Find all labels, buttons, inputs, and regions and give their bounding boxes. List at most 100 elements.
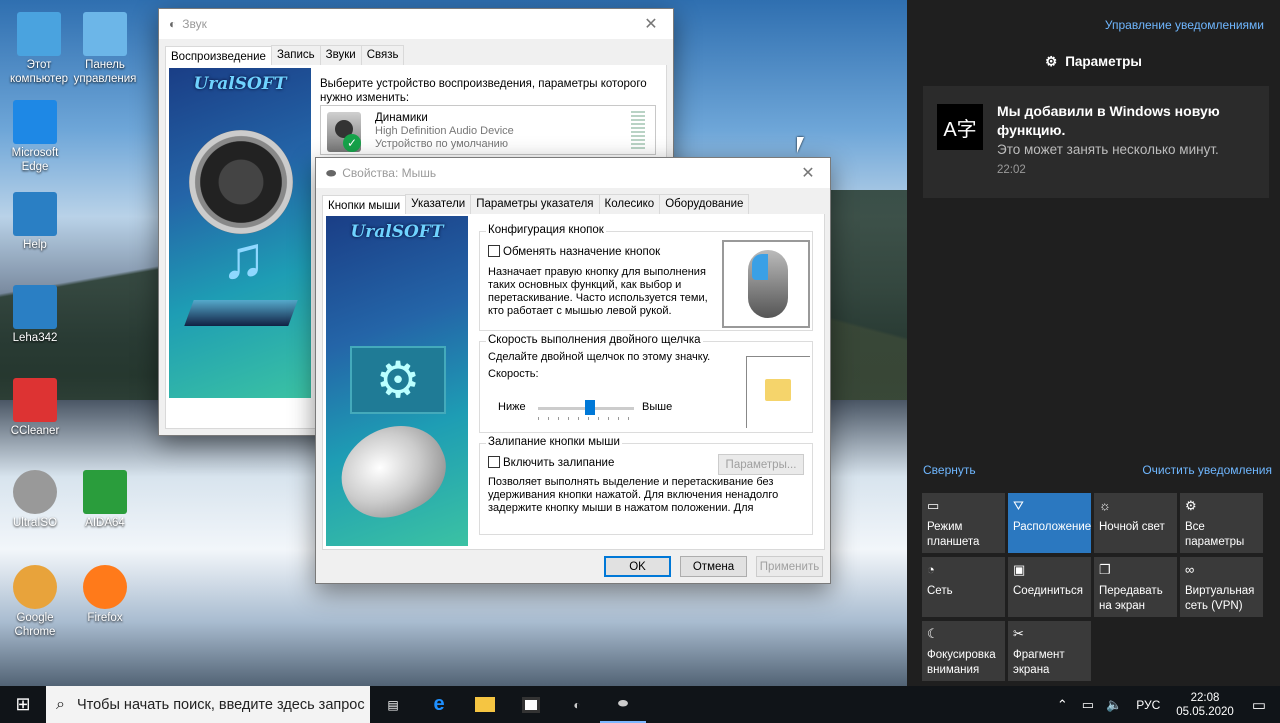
start-button[interactable]: ⊞: [0, 686, 46, 723]
desktop-shortcut[interactable]: AIDA64: [70, 470, 140, 530]
chrome-icon[interactable]: [13, 565, 57, 609]
tile-label: Режим планшета: [927, 521, 980, 548]
ccleaner-icon[interactable]: [13, 378, 57, 422]
tile-location[interactable]: ⛛ Расположение: [1008, 493, 1091, 553]
apply-button[interactable]: Применить: [756, 556, 823, 577]
notification-body: Это может занять несколько минут.: [997, 142, 1219, 157]
swap-buttons-checkbox[interactable]: Обменять назначение кнопок: [488, 245, 660, 258]
search-box[interactable]: ⌕ Чтобы начать поиск, введите здесь запр…: [46, 686, 370, 723]
shortcut-label: Microsoft Edge: [11, 147, 59, 173]
tile-tablet-mode-icon: ▭: [927, 498, 940, 513]
volume-icon[interactable]: 🔈: [1106, 697, 1122, 713]
clear-notifications-link[interactable]: Очистить уведомления: [1142, 463, 1272, 477]
checkbox-box[interactable]: [488, 456, 500, 468]
notifications-icon[interactable]: ▭: [1252, 696, 1266, 714]
desktop-shortcut[interactable]: Google Chrome: [0, 565, 70, 639]
tray-chevron-icon[interactable]: ⌃: [1057, 697, 1068, 713]
tile-network[interactable]: ◔ Сеть: [922, 557, 1005, 617]
task-view-icon[interactable]: ▤: [370, 686, 416, 723]
tile-tablet-mode[interactable]: ▭ Режим планшета: [922, 493, 1005, 553]
ultraiso-icon[interactable]: [13, 470, 57, 514]
desktop-shortcut[interactable]: Microsoft Edge: [0, 100, 70, 174]
device-list[interactable]: ✓ Динамики High Definition Audio Device …: [320, 105, 656, 155]
desktop-shortcut[interactable]: Этот компьютер: [4, 12, 74, 86]
slider-thumb[interactable]: [585, 400, 596, 415]
manage-notifications-link[interactable]: Управление уведомлениями: [1105, 18, 1264, 32]
tile-project-icon: ❐: [1099, 562, 1111, 577]
firefox-icon[interactable]: [83, 565, 127, 609]
tab-pointers[interactable]: Указатели: [405, 194, 472, 214]
tile-label: Фокусировка внимания: [927, 649, 996, 676]
clock[interactable]: 22:08 05.05.2020: [1176, 691, 1234, 719]
device-speakers[interactable]: ✓ Динамики High Definition Audio Device …: [327, 112, 627, 152]
sound-brand-art: UralSOFT ♫: [169, 68, 311, 398]
tab-playback[interactable]: Воспроизведение: [165, 46, 272, 66]
click-lock-settings-button[interactable]: Параметры...: [718, 454, 804, 475]
mouse-app-icon[interactable]: ⬬: [600, 686, 646, 723]
control-panel-icon[interactable]: [83, 12, 127, 56]
double-click-instruction: Сделайте двойной щелчок по этому значку.: [488, 351, 711, 363]
group-title: Конфигурация кнопок: [486, 224, 606, 236]
help-icon[interactable]: [13, 192, 57, 236]
edge-taskbar-icon[interactable]: e: [416, 686, 462, 723]
mouse-properties-window[interactable]: ⬬ Свойства: Мышь ✕ Кнопки мыши Указатели…: [315, 157, 831, 584]
tile-focus-assist[interactable]: ☾ Фокусировка внимания: [922, 621, 1005, 681]
notification-group-header: ⚙ Параметры: [907, 54, 1280, 70]
tile-all-settings[interactable]: ⚙ Все параметры: [1180, 493, 1263, 553]
translate-icon: A字: [937, 104, 983, 150]
tile-project[interactable]: ❐ Передавать на экран: [1094, 557, 1177, 617]
desktop-shortcut[interactable]: CCleaner: [0, 378, 70, 438]
double-click-speed-slider[interactable]: [538, 400, 634, 423]
tile-vpn[interactable]: ∞ Виртуальная сеть (VPN): [1180, 557, 1263, 617]
desktop-shortcut[interactable]: Leha342: [0, 285, 70, 345]
stand-art: [184, 300, 298, 326]
sound-app-icon[interactable]: ◐: [554, 686, 600, 723]
leha-icon[interactable]: [13, 285, 57, 329]
tab-recording[interactable]: Запись: [270, 45, 321, 65]
close-icon[interactable]: ✕: [786, 158, 830, 188]
mouse-titlebar[interactable]: ⬬ Свойства: Мышь ✕: [316, 158, 830, 188]
shortcut-label: Firefox: [87, 612, 123, 624]
checkbox-box[interactable]: [488, 245, 500, 257]
edge-icon[interactable]: [13, 100, 57, 144]
tile-night-light[interactable]: ☼ Ночной свет: [1094, 493, 1177, 553]
tab-communications[interactable]: Связь: [360, 45, 405, 65]
test-folder-area[interactable]: [746, 356, 810, 428]
desktop-shortcut[interactable]: Firefox: [70, 565, 140, 625]
this-pc-icon[interactable]: [17, 12, 61, 56]
desktop-shortcut[interactable]: UltraISO: [0, 470, 70, 530]
shortcut-label: Leha342: [12, 332, 58, 344]
tab-pointer-options[interactable]: Параметры указателя: [470, 194, 600, 214]
clock-time: 22:08: [1190, 691, 1220, 704]
shortcut-label: CCleaner: [10, 425, 60, 437]
file-explorer-icon[interactable]: [462, 686, 508, 723]
network-icon[interactable]: ▭: [1082, 697, 1094, 713]
tab-sounds[interactable]: Звуки: [319, 45, 362, 65]
shortcut-label: Help: [23, 239, 47, 251]
tab-hardware[interactable]: Оборудование: [659, 194, 750, 214]
tile-label: Передавать на экран: [1099, 585, 1163, 612]
tab-buttons[interactable]: Кнопки мыши: [322, 195, 407, 215]
tile-focus-assist-icon: ☾: [927, 626, 939, 641]
tile-snip[interactable]: ✂ Фрагмент экрана: [1008, 621, 1091, 681]
language-indicator[interactable]: РУС: [1136, 698, 1160, 712]
sound-titlebar[interactable]: ◐ Звук ✕: [159, 9, 673, 39]
tile-connect[interactable]: ▣ Соединиться: [1008, 557, 1091, 617]
tab-wheel[interactable]: Колесико: [598, 194, 661, 214]
tile-label: Фрагмент экрана: [1013, 649, 1065, 676]
store-icon[interactable]: [508, 686, 554, 723]
collapse-link[interactable]: Свернуть: [923, 463, 976, 477]
aida64-icon[interactable]: [83, 470, 127, 514]
cancel-button[interactable]: Отмена: [680, 556, 747, 577]
tile-label: Виртуальная сеть (VPN): [1185, 585, 1255, 612]
close-icon[interactable]: ✕: [629, 9, 673, 39]
desktop-shortcut[interactable]: Help: [0, 192, 70, 252]
folder-icon[interactable]: [765, 379, 791, 401]
notification-card[interactable]: A字 Мы добавили в Windows новую функцию. …: [923, 86, 1269, 198]
ok-button[interactable]: OK: [604, 556, 671, 577]
device-name: Динамики: [375, 112, 428, 124]
desktop-shortcut[interactable]: Панель управления: [70, 12, 140, 86]
tile-label: Расположение: [1013, 521, 1092, 533]
click-lock-checkbox[interactable]: Включить залипание: [488, 456, 614, 469]
slider-ticks: [538, 417, 634, 420]
